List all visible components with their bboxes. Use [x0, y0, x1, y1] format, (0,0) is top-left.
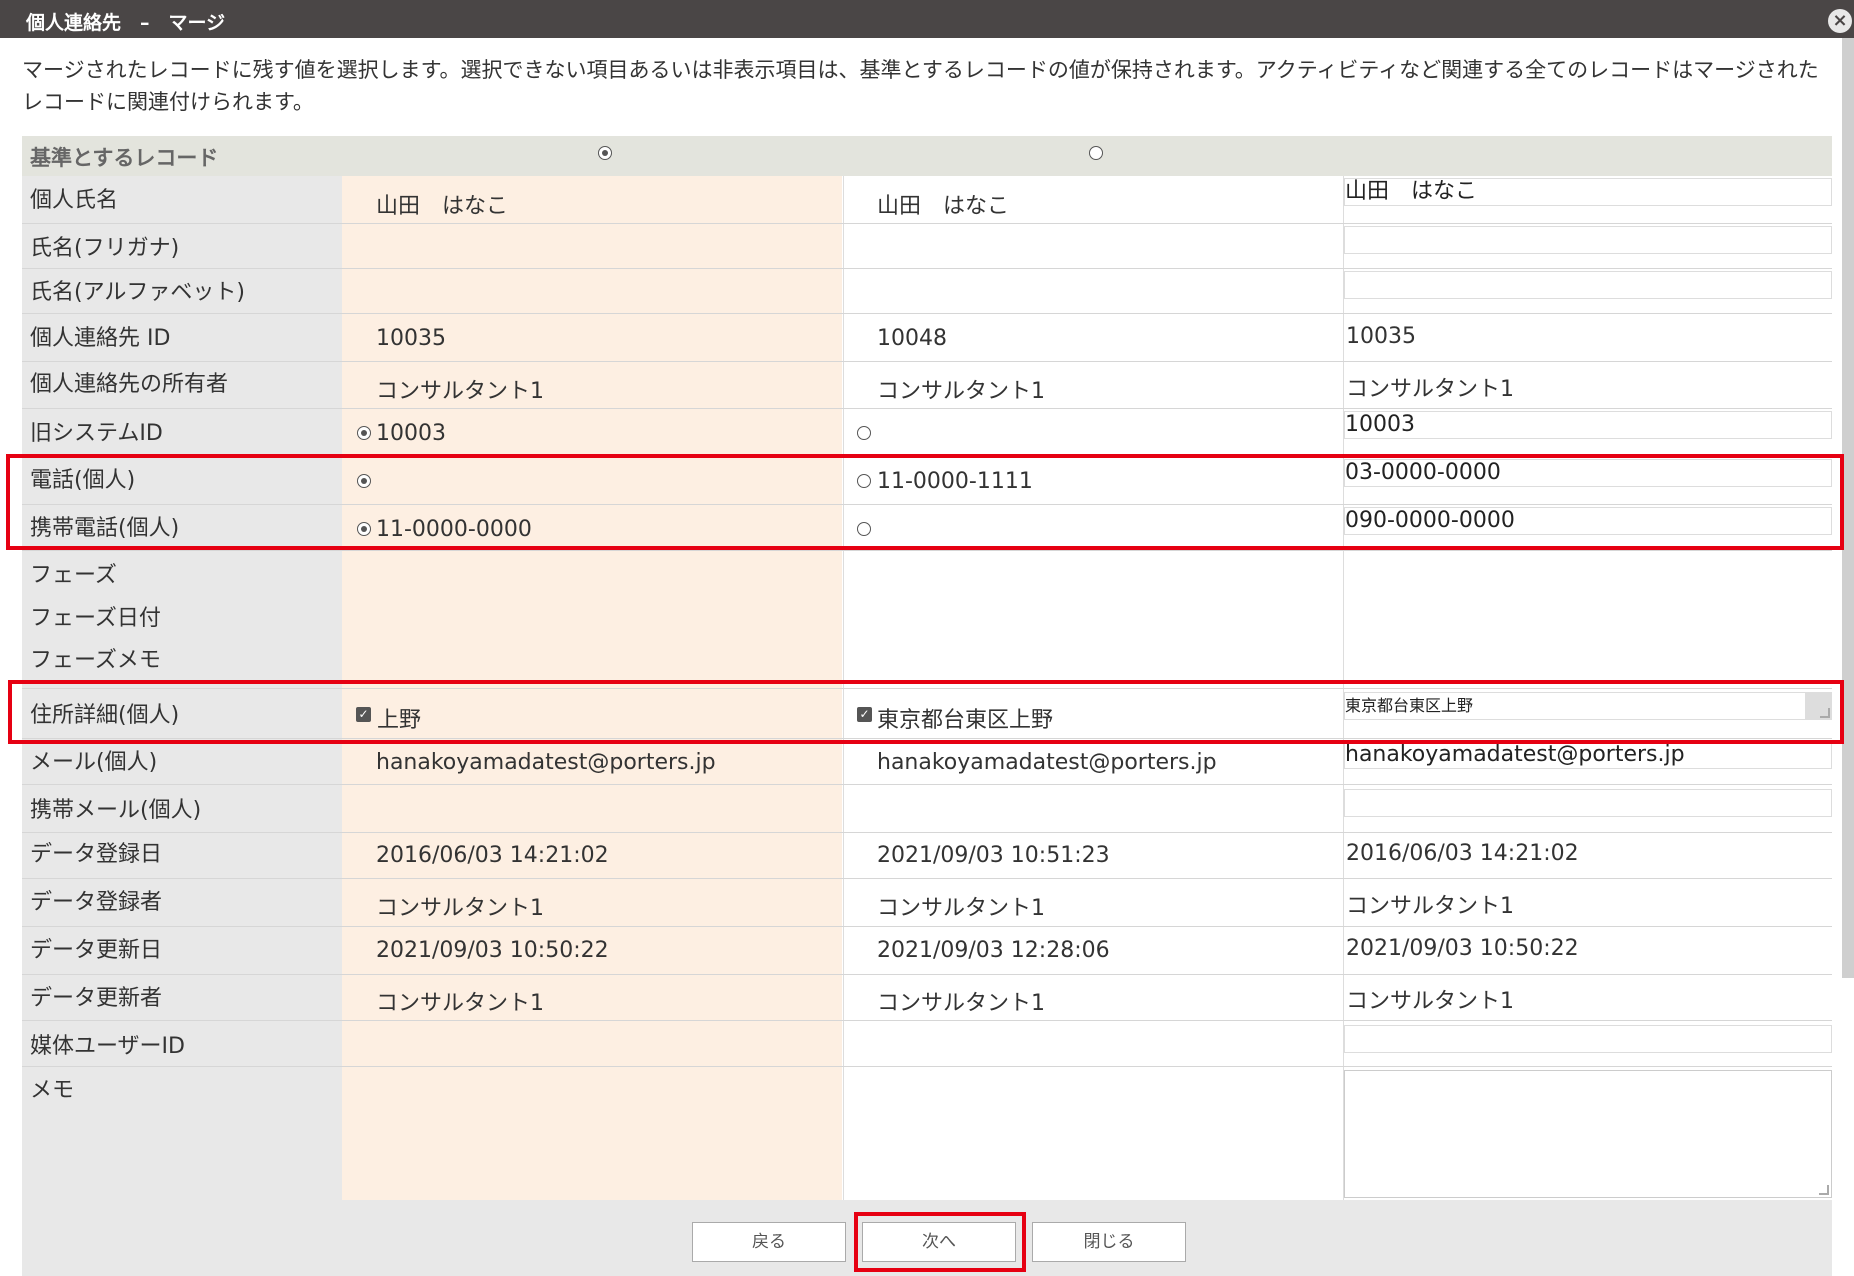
base-record-radio-2[interactable]: [1089, 146, 1103, 160]
merged-name-input[interactable]: 山田 はなこ: [1344, 178, 1832, 206]
merged-media-user-id-input[interactable]: [1344, 1025, 1832, 1053]
close-button[interactable]: 閉じる: [1032, 1222, 1186, 1262]
record2-owner: コンサルタント1: [877, 379, 1045, 404]
record2-email: hanakoyamadatest@porters.jp: [877, 750, 1217, 775]
record1-contact-id: 10035: [376, 326, 446, 351]
label-contact-id: 個人連絡先 ID: [30, 326, 171, 351]
merged-owner: コンサルタント1: [1346, 377, 1514, 402]
row-divider: [22, 361, 1832, 362]
label-legacy-id: 旧システムID: [30, 421, 163, 446]
dialog-titlebar: 個人連絡先 – マージ ×: [0, 0, 1854, 38]
record1-updated-by: コンサルタント1: [376, 991, 544, 1016]
merged-furigana-input[interactable]: [1344, 226, 1832, 254]
label-updated-by: データ更新者: [30, 986, 163, 1011]
highlight-next-button: [854, 1212, 1026, 1272]
row-divider: [22, 268, 1832, 269]
base-record-label: 基準とするレコード: [30, 146, 219, 170]
dialog-title: 個人連絡先 – マージ: [26, 12, 226, 34]
record1-updated-at: 2021/09/03 10:50:22: [376, 938, 609, 963]
merged-mobile-email-input[interactable]: [1344, 789, 1832, 817]
row-divider: [22, 878, 1832, 879]
record2-name: 山田 はなこ: [877, 194, 1010, 219]
record1-legacy-id: 10003: [376, 421, 446, 446]
merged-updated-at: 2021/09/03 10:50:22: [1346, 936, 1579, 961]
record2-created-at: 2021/09/03 10:51:23: [877, 843, 1110, 868]
record1-owner: コンサルタント1: [376, 379, 544, 404]
highlight-phone-rows: [6, 454, 1844, 550]
row-divider: [22, 1020, 1832, 1021]
label-memo: メモ: [30, 1078, 75, 1103]
merged-created-at: 2016/06/03 14:21:02: [1346, 841, 1579, 866]
label-phase-memo: フェーズメモ: [30, 648, 161, 673]
label-created-by: データ登録者: [30, 890, 163, 915]
record1-email: hanakoyamadatest@porters.jp: [376, 750, 716, 775]
merge-description: マージされたレコードに残す値を選択します。選択できない項目あるいは非表示項目は、…: [22, 58, 1819, 114]
record2-created-by: コンサルタント1: [877, 896, 1045, 921]
label-updated-at: データ更新日: [30, 938, 163, 963]
label-media-user-id: 媒体ユーザーID: [30, 1034, 185, 1059]
record1-created-at: 2016/06/03 14:21:02: [376, 843, 609, 868]
row-divider: [22, 313, 1832, 314]
row-divider: [22, 223, 1832, 224]
row-divider: [22, 926, 1832, 927]
label-owner: 個人連絡先の所有者: [30, 372, 229, 397]
row-divider: [22, 1066, 1832, 1067]
record2-legacy-id-radio[interactable]: [857, 426, 871, 440]
merged-alphabet-input[interactable]: [1344, 271, 1832, 299]
label-phase-date: フェーズ日付: [30, 606, 161, 631]
merged-legacy-id-input[interactable]: 10003: [1344, 411, 1832, 439]
label-phase: フェーズ: [30, 563, 117, 588]
close-icon[interactable]: ×: [1828, 9, 1852, 33]
label-email: メール(個人): [30, 750, 158, 775]
row-divider: [22, 550, 1832, 551]
base-record-radio-1[interactable]: [598, 146, 612, 160]
row-divider: [22, 974, 1832, 975]
record2-contact-id: 10048: [877, 326, 947, 351]
row-divider: [22, 784, 1832, 785]
merged-updated-by: コンサルタント1: [1346, 989, 1514, 1014]
back-button[interactable]: 戻る: [692, 1222, 846, 1262]
label-name: 個人氏名: [30, 188, 119, 213]
label-created-at: データ登録日: [30, 842, 163, 867]
record1-legacy-id-radio[interactable]: [357, 426, 371, 440]
row-divider: [22, 832, 1832, 833]
row-divider: [22, 408, 1832, 409]
merged-email-input[interactable]: hanakoyamadatest@porters.jp: [1344, 741, 1832, 769]
record1-name: 山田 はなこ: [376, 194, 509, 219]
record2-updated-by: コンサルタント1: [877, 991, 1045, 1016]
label-furigana: 氏名(フリガナ): [30, 236, 180, 261]
merged-memo-textarea[interactable]: [1344, 1070, 1832, 1198]
merged-contact-id: 10035: [1346, 324, 1416, 349]
highlight-address-row: [8, 680, 1844, 744]
label-alphabet: 氏名(アルファベット): [30, 280, 245, 305]
record1-created-by: コンサルタント1: [376, 896, 544, 921]
merged-created-by: コンサルタント1: [1346, 894, 1514, 919]
base-record-row: 基準とするレコード: [22, 136, 1832, 176]
record2-updated-at: 2021/09/03 12:28:06: [877, 938, 1110, 963]
label-mobile-email: 携帯メール(個人): [30, 798, 202, 823]
